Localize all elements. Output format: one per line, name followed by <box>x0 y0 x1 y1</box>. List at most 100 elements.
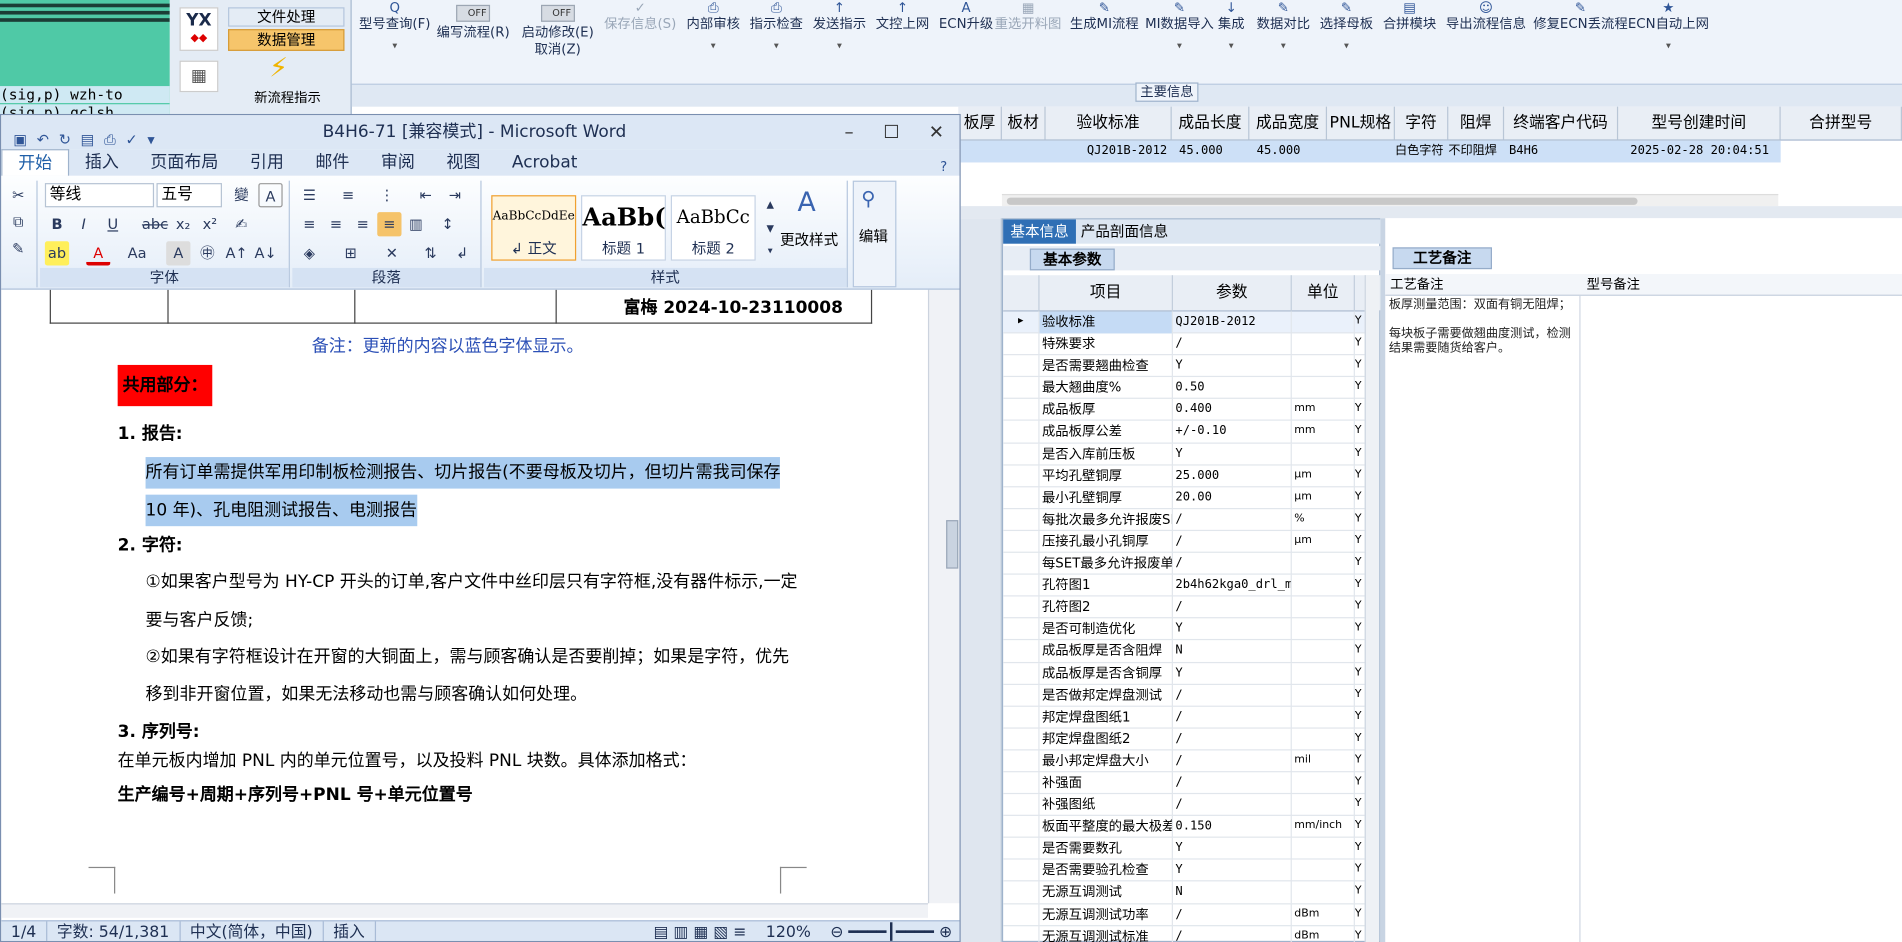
param-col-item[interactable]: 项目 <box>1040 275 1173 312</box>
tab-home[interactable]: 开始 <box>1 149 70 176</box>
table-row[interactable]: 补强面 / Y <box>1003 772 1368 795</box>
highlight-icon[interactable]: ab <box>44 241 70 266</box>
numbering-icon[interactable]: ≡ <box>336 183 360 207</box>
italic-icon[interactable]: I <box>72 212 96 236</box>
table-row[interactable]: 板面平整度的最大极差 0.150 mm/inch Y <box>1003 816 1368 839</box>
grid-col-header[interactable]: 阻焊 <box>1448 106 1505 140</box>
calculator-icon[interactable]: ▦ <box>179 60 219 93</box>
tab-process-notes[interactable]: 工艺备注 <box>1392 247 1493 270</box>
lightning-icon[interactable]: ⚡ <box>269 53 288 83</box>
table-row[interactable]: 每SET最多允许报废单元 / Y <box>1003 552 1368 575</box>
enclose-char-icon[interactable]: ㊥ <box>195 241 219 265</box>
start-edit-toggle[interactable]: OFF 启动修改(E) 取消(Z) <box>522 0 594 73</box>
grid-col-header[interactable]: 成品长度 <box>1172 106 1250 140</box>
tab-basic-params[interactable]: 基本参数 <box>1029 248 1115 271</box>
word-horizontal-scrollbar[interactable] <box>1 903 928 918</box>
style-heading-2[interactable]: AaBbCc 标题 2 <box>670 195 756 261</box>
change-case-icon[interactable]: Aa <box>125 241 149 265</box>
multilevel-icon[interactable]: ⋮ <box>375 183 399 207</box>
font-name-select[interactable]: 等线 <box>44 183 155 208</box>
superscript-icon[interactable]: x² <box>198 212 222 236</box>
grid-col-header[interactable]: 字符 <box>1395 106 1449 140</box>
show-marks-icon[interactable]: ↲ <box>450 241 474 265</box>
edit-group[interactable]: ⚲ 编辑 <box>852 180 897 288</box>
param-value[interactable]: / <box>1173 706 1292 729</box>
doc-control-online-button[interactable]: ↑ 文控上网 <box>876 0 929 73</box>
selected-text[interactable]: 所有订单需提供军用印制板检测报告、切片报告(不要母板及切片，但切片需我司保存 <box>145 457 781 489</box>
new-flow-button[interactable]: 新流程指示 <box>233 87 342 106</box>
process-notes-text[interactable]: 板厚测量范围：双面有铜无阻焊； 每块板子需要做翘曲度测试，检测结果需要随货给客户… <box>1389 298 1571 356</box>
word-titlebar[interactable]: ▣ ↶ ↻ ▤ ⎙ ✓ ▾ B4H6-71 [兼容模式] - Microsoft… <box>1 115 960 150</box>
word-window[interactable]: ▣ ↶ ↻ ▤ ⎙ ✓ ▾ B4H6-71 [兼容模式] - Microsoft… <box>0 113 961 942</box>
terminal-window[interactable]: (sig,p) wzh-to (sig,p) gclsh <box>0 0 170 117</box>
tab-insert[interactable]: 插入 <box>69 149 135 176</box>
param-value[interactable]: Y <box>1173 860 1292 882</box>
param-value[interactable]: Y <box>1173 838 1292 860</box>
grid-horizontal-scrollbar[interactable] <box>1001 193 1779 207</box>
param-value[interactable]: / <box>1173 552 1292 575</box>
tab-references[interactable]: 引用 <box>234 149 300 176</box>
integrate-button[interactable]: ↓ 集成 ▾ <box>1218 0 1245 73</box>
status-words[interactable]: 字数: 54/1,381 <box>47 921 181 941</box>
table-row[interactable]: 是否入库前压板 Y Y <box>1003 443 1368 466</box>
reselect-cut-button[interactable]: ▦ 重选开料图 <box>995 0 1062 73</box>
status-page[interactable]: 1/4 <box>1 921 48 941</box>
align-center-icon[interactable]: ≡ <box>324 212 348 236</box>
menu-file[interactable]: 文件处理 <box>228 7 345 27</box>
status-zoom[interactable]: 120% <box>756 921 820 941</box>
save-info-button[interactable]: ✓ 保存信息(S) <box>604 0 676 73</box>
document-area[interactable]: 富梅 2024-10-23110008 备注：更新的内容以蓝色字体显示。 共用部… <box>1 289 928 904</box>
select-motherboard-button[interactable]: ✎ 选择母板 ▾ <box>1320 0 1373 73</box>
table-row[interactable]: 补强图纸 / Y <box>1003 794 1368 817</box>
maximize-icon[interactable]: ☐ <box>869 115 915 149</box>
char-border-icon[interactable]: A <box>258 183 283 208</box>
param-value[interactable]: / <box>1173 333 1292 356</box>
align-right-icon[interactable]: ≡ <box>351 212 375 236</box>
cut-icon[interactable]: ✂ <box>6 183 30 207</box>
grid-col-header[interactable]: 板厚 <box>958 106 1002 140</box>
ecn-upgrade-button[interactable]: A ECN升级 <box>939 0 993 73</box>
param-value[interactable]: Y <box>1173 618 1292 641</box>
data-compare-button[interactable]: ✎ 数据对比 ▾ <box>1257 0 1310 73</box>
status-mode[interactable]: 插入 <box>324 921 376 941</box>
decrease-indent-icon[interactable]: ⇤ <box>414 183 438 207</box>
instruction-check-button[interactable]: ⎙ 指示检查 ▾ <box>750 0 803 73</box>
table-row[interactable]: 是否需要数孔 Y Y <box>1003 838 1368 861</box>
param-value[interactable]: Y <box>1173 355 1292 378</box>
grid-col-header[interactable]: 成品宽度 <box>1249 106 1328 140</box>
change-styles-icon[interactable]: A <box>782 188 831 218</box>
status-language[interactable]: 中文(简体，中国) <box>180 921 324 941</box>
table-row[interactable]: 是否需要验孔检查 Y Y <box>1003 860 1368 882</box>
param-value[interactable]: 2b4h62kga0_drl_m... <box>1173 574 1292 597</box>
style-heading-1[interactable]: AaBb(标题 1 <box>581 195 666 261</box>
change-styles-button[interactable]: 更改样式 <box>775 229 843 250</box>
grow-font-icon[interactable]: A↑ <box>224 241 248 265</box>
tab-page-layout[interactable]: 页面布局 <box>135 149 234 176</box>
font-size-select[interactable]: 五号 <box>156 183 222 208</box>
table-row[interactable]: 成品板厚是否含铜厚 Y Y <box>1003 662 1368 685</box>
grid-col-header[interactable]: PNL规格 <box>1327 106 1395 140</box>
table-row[interactable]: 无源互调测试标准 / dBm Y <box>1003 925 1368 942</box>
table-row[interactable]: 特殊要求 / Y <box>1003 333 1368 356</box>
minimize-icon[interactable]: – <box>826 115 872 149</box>
scroll-thumb[interactable] <box>1006 197 1638 205</box>
table-row[interactable]: 无源互调测试 N Y <box>1003 881 1368 904</box>
table-row[interactable]: 孔符图2/Y <box>1003 596 1368 619</box>
grid-col-header[interactable]: 验收标准 <box>1046 106 1172 140</box>
table-row[interactable]: 是否做邦定焊盘测试 / Y <box>1003 684 1368 707</box>
tab-profile-info[interactable]: 产品剖面信息 <box>1074 219 1176 243</box>
word-vertical-scrollbar[interactable] <box>927 289 960 904</box>
scroll-thumb[interactable] <box>946 520 959 569</box>
grid-col-header[interactable]: 合拼型号 <box>1781 106 1902 140</box>
clear-format-icon[interactable]: ✍ <box>229 212 253 236</box>
mi-import-button[interactable]: ✎ MI数据导入 ▾ <box>1145 0 1214 73</box>
zoom-slider[interactable]: ⊖ ━━━━┃━━━━ ⊕ <box>821 921 960 941</box>
param-value[interactable]: 0.400 <box>1173 399 1292 422</box>
bold-icon[interactable]: B <box>45 212 69 236</box>
param-value[interactable]: Y <box>1173 662 1292 685</box>
table-row[interactable]: 邦定焊盘图纸2/Y <box>1003 728 1368 751</box>
export-flow-button[interactable]: ☺ 导出流程信息 <box>1446 0 1526 73</box>
param-value[interactable]: 25.000 <box>1173 465 1292 487</box>
char-shading-icon[interactable]: A <box>166 241 191 266</box>
param-value[interactable]: QJ201B-2012 <box>1173 311 1292 334</box>
